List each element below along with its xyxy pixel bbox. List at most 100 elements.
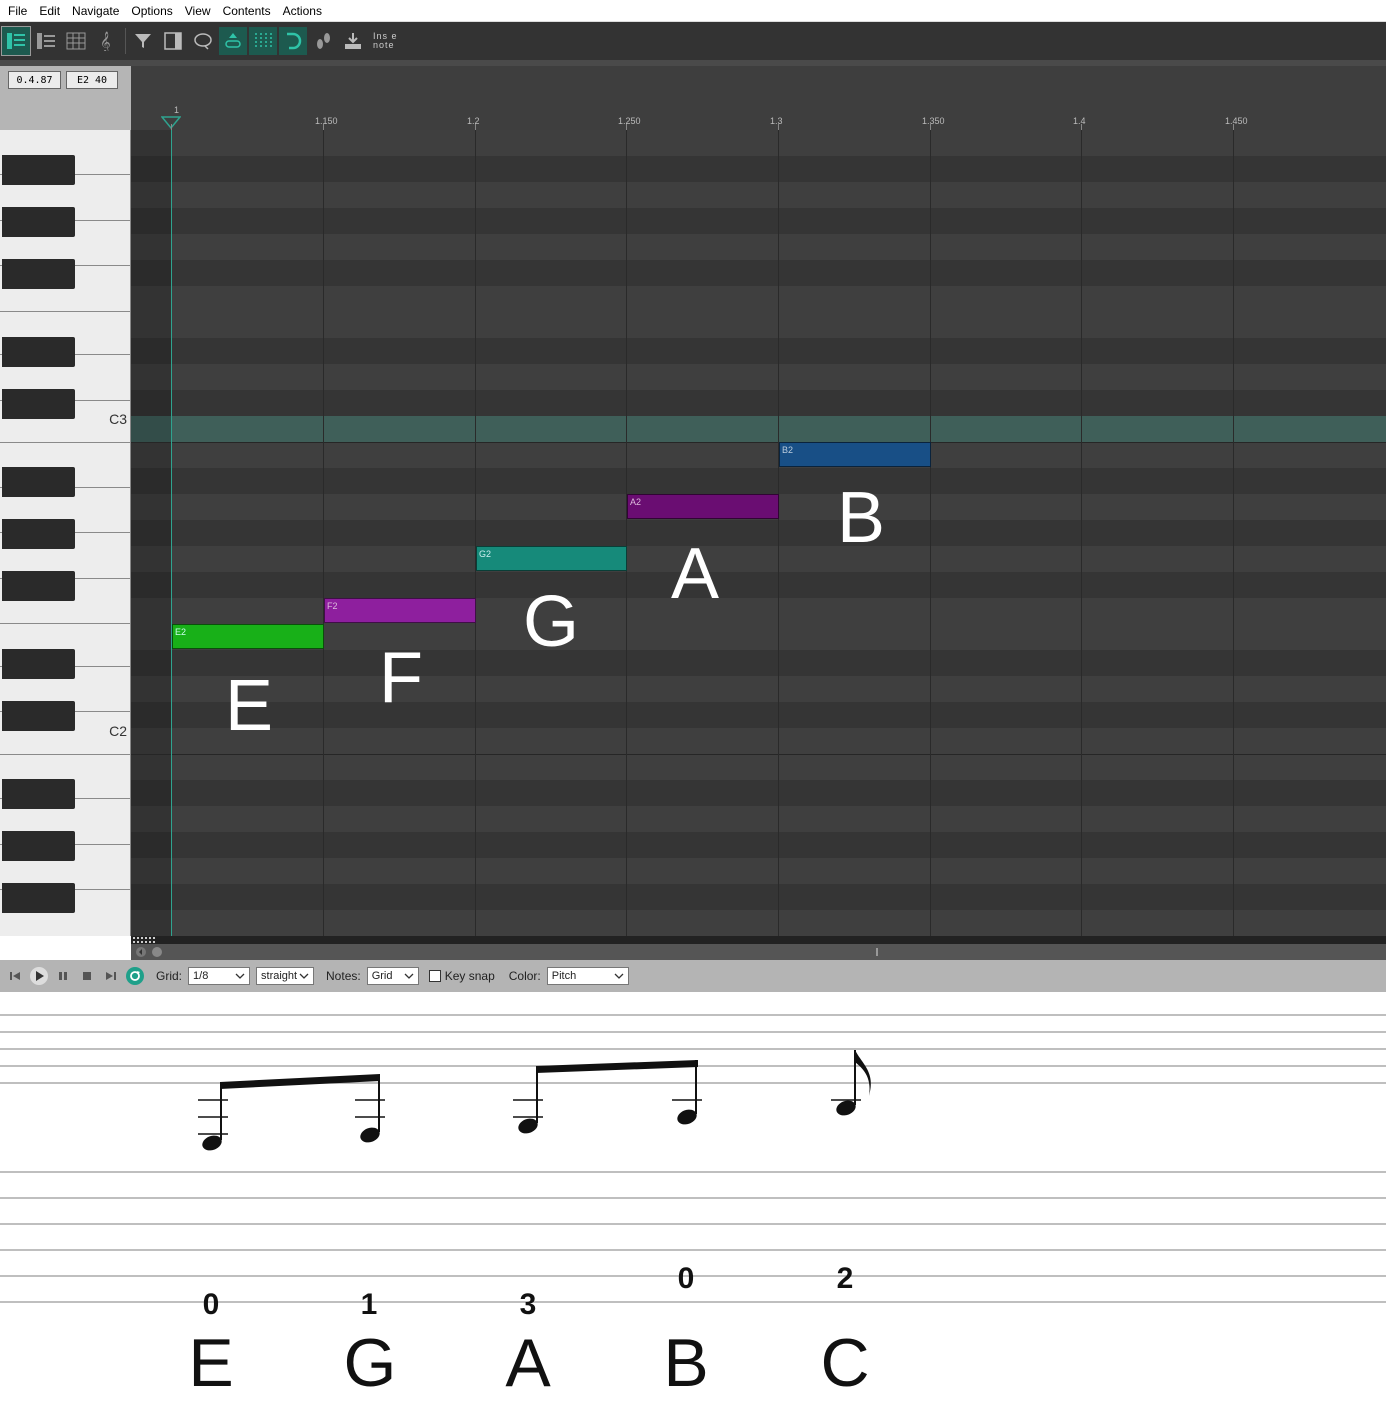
horizontal-scrollbar[interactable] xyxy=(131,944,1386,960)
notes-label: Notes: xyxy=(326,969,361,983)
black-key[interactable] xyxy=(2,337,75,367)
music-notation: 0 1 3 0 2 E G A B C xyxy=(0,1014,1386,1401)
pitch-row xyxy=(131,806,1386,832)
notes-select[interactable]: Grid xyxy=(366,967,419,985)
menu-view[interactable]: View xyxy=(179,0,217,22)
skip-back-icon xyxy=(10,972,20,980)
note-grid[interactable]: E2 F2 G2 A2 B2 E F G A B xyxy=(131,130,1386,936)
black-key[interactable] xyxy=(2,155,75,185)
menu-options[interactable]: Options xyxy=(125,0,178,22)
key-snap-label: Key snap xyxy=(444,969,495,983)
black-key[interactable] xyxy=(2,883,75,913)
cc-lane-divider[interactable] xyxy=(131,936,1386,944)
menu-edit[interactable]: Edit xyxy=(33,0,66,22)
piano-keyboard[interactable]: C3 C2 xyxy=(0,130,131,936)
menu-actions[interactable]: Actions xyxy=(277,0,328,22)
notation-view-button[interactable]: 𝄞 xyxy=(92,27,120,55)
black-key[interactable] xyxy=(2,701,75,731)
black-key[interactable] xyxy=(2,779,75,809)
black-key[interactable] xyxy=(2,571,75,601)
menu-navigate[interactable]: Navigate xyxy=(66,0,125,22)
magnet-icon xyxy=(287,32,302,50)
midi-note[interactable]: E2 xyxy=(172,624,324,649)
repeat-button[interactable] xyxy=(126,967,144,985)
tab-fret-number: 1 xyxy=(361,1288,378,1321)
scroll-marker xyxy=(876,948,878,956)
scroll-thumb-icon[interactable] xyxy=(151,946,163,958)
position-readout[interactable]: 0.4.87 xyxy=(8,71,61,89)
octave-divider xyxy=(131,442,1386,443)
piano-roll-icon xyxy=(7,33,25,49)
chase-cc-button[interactable] xyxy=(219,27,247,55)
stop-button[interactable] xyxy=(78,967,96,985)
event-list-view-button[interactable] xyxy=(62,27,90,55)
grid-button[interactable] xyxy=(249,27,277,55)
color-select[interactable]: Pitch xyxy=(546,967,629,985)
ruler-label: 1.450 xyxy=(1225,116,1248,126)
snap-button[interactable] xyxy=(279,27,307,55)
menu-file[interactable]: File xyxy=(2,0,33,22)
tab-note-letter: A xyxy=(505,1325,551,1401)
scroll-left-icon xyxy=(136,947,146,957)
pitch-row xyxy=(131,702,1386,728)
swing-select-value: straight xyxy=(261,970,298,982)
eighth-note-c xyxy=(831,1050,871,1116)
pitch-row xyxy=(131,260,1386,286)
swing-select[interactable]: straight xyxy=(256,967,315,985)
menu-contents[interactable]: Contents xyxy=(217,0,277,22)
pitch-row xyxy=(131,234,1386,260)
grid-select[interactable]: 1/8 xyxy=(188,967,251,985)
pitch-row xyxy=(131,910,1386,936)
pitch-row xyxy=(131,286,1386,312)
black-key[interactable] xyxy=(2,649,75,679)
tab-note-letter: G xyxy=(344,1325,397,1401)
midi-note[interactable]: A2 xyxy=(627,494,779,519)
loop-button[interactable] xyxy=(189,27,217,55)
black-key[interactable] xyxy=(2,831,75,861)
piano-roll-view-button[interactable] xyxy=(1,26,31,56)
midi-note[interactable]: B2 xyxy=(779,442,931,467)
ruler-label: 1.350 xyxy=(922,116,945,126)
midi-note[interactable]: G2 xyxy=(476,546,627,571)
chevron-down-icon xyxy=(614,973,624,979)
pitch-row xyxy=(131,390,1386,416)
insert-note-button[interactable] xyxy=(339,27,367,55)
filter-icon xyxy=(135,34,151,48)
named-notes-icon xyxy=(37,33,55,49)
black-key[interactable] xyxy=(2,207,75,237)
white-key-divider xyxy=(0,623,130,624)
beat-gridline xyxy=(1081,130,1082,936)
black-key[interactable] xyxy=(2,259,75,289)
timeline-ruler[interactable]: 1 1.150 1.2 1.250 1.3 1.350 1.4 1.450 xyxy=(131,66,1386,130)
tab-fret-number: 2 xyxy=(837,1262,854,1295)
black-key[interactable] xyxy=(2,467,75,497)
pitch-row xyxy=(131,754,1386,780)
go-to-start-button[interactable] xyxy=(6,967,24,985)
tab-note-letter: E xyxy=(188,1325,233,1401)
ruler-label: 1.150 xyxy=(315,116,338,126)
note-name-annotation: B xyxy=(837,478,886,558)
go-to-end-button[interactable] xyxy=(102,967,120,985)
step-input-button[interactable] xyxy=(309,27,337,55)
pause-button[interactable] xyxy=(54,967,72,985)
pitch-row xyxy=(131,338,1386,364)
event-list-icon xyxy=(66,32,86,50)
pause-icon xyxy=(59,972,67,980)
transport-bar: Grid: 1/8 straight Notes: Grid Key snap … xyxy=(0,960,1386,992)
ruler-label: 1.4 xyxy=(1073,116,1086,126)
pitch-row xyxy=(131,312,1386,338)
play-button[interactable] xyxy=(30,967,48,985)
named-notes-view-button[interactable] xyxy=(32,27,60,55)
key-snap-checkbox[interactable] xyxy=(428,970,441,982)
svg-text:𝄞: 𝄞 xyxy=(100,32,111,51)
midi-note[interactable]: F2 xyxy=(324,598,476,623)
filter-button[interactable] xyxy=(129,27,157,55)
note-velocity-readout[interactable]: E2 40 xyxy=(66,71,118,89)
note-name-annotation: E xyxy=(225,666,274,746)
black-key[interactable] xyxy=(2,519,75,549)
pitch-row xyxy=(131,208,1386,234)
toolbar: 𝄞 Ins e note xyxy=(0,22,1386,60)
lane-icon xyxy=(164,32,182,50)
media-item-lane-button[interactable] xyxy=(159,27,187,55)
black-key[interactable] xyxy=(2,389,75,419)
